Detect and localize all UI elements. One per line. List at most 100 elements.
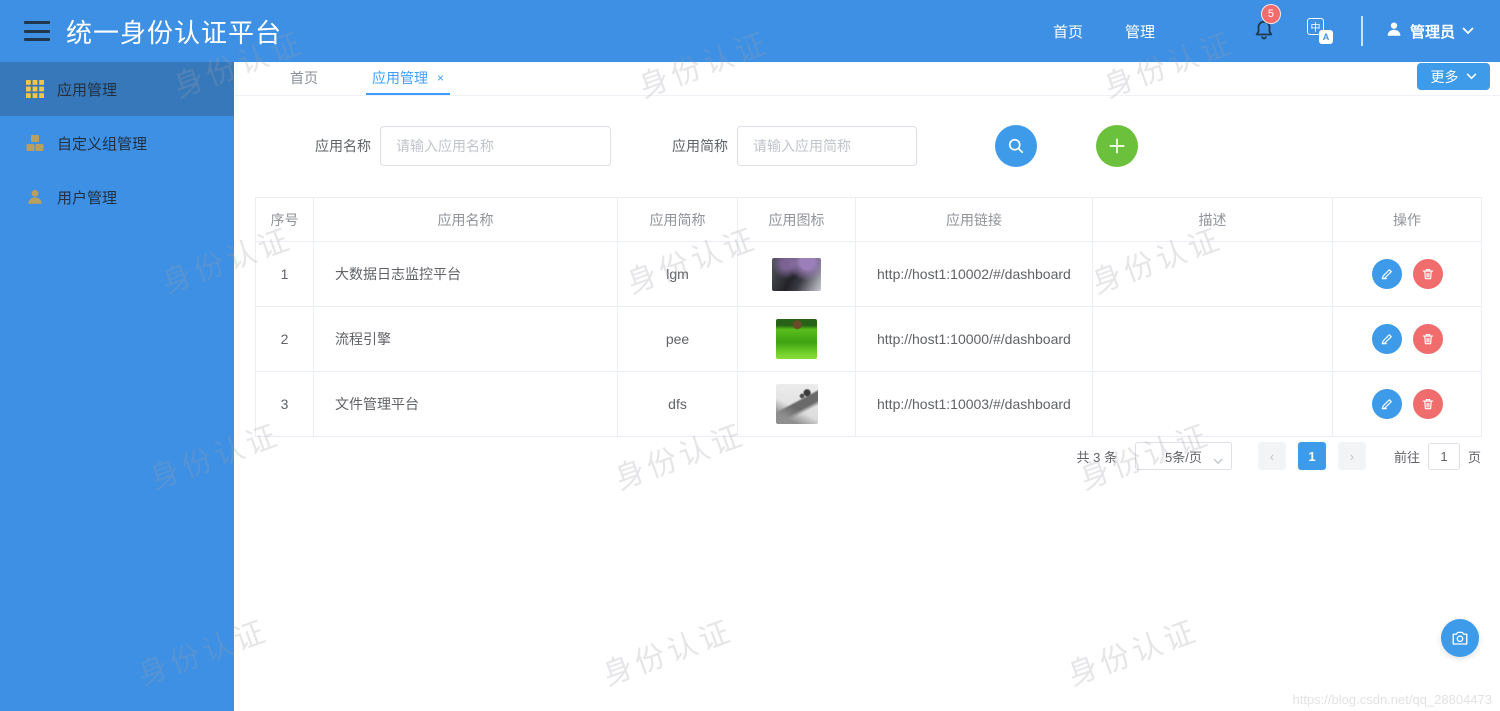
delete-button[interactable]	[1412, 389, 1443, 419]
plus-icon	[1109, 138, 1125, 154]
description-cell	[1092, 371, 1333, 437]
table-header-row: 序号 应用名称 应用简称 应用图标 应用链接 描述 操作	[255, 197, 1482, 242]
tab-bar: 首页 应用管理 × 更多	[234, 62, 1500, 96]
sidebar-item-label: 用户管理	[57, 189, 118, 207]
column-header: 序号	[255, 197, 314, 242]
app-icon-cell	[737, 241, 856, 307]
tab-1[interactable]: 应用管理 ×	[366, 62, 451, 95]
current-page-button[interactable]: 1	[1297, 442, 1326, 470]
green-field-photo	[776, 319, 817, 359]
app-link-cell: http://host1:10003/#/dashboard	[855, 371, 1093, 437]
trash-icon	[1422, 334, 1433, 345]
app-name-cell: 文件管理平台	[313, 371, 618, 437]
delete-button[interactable]	[1412, 324, 1443, 354]
chevron-down-icon	[1466, 73, 1476, 80]
trash-icon	[1422, 269, 1433, 280]
app-abbr-cell: lgm	[617, 241, 738, 307]
top-nav-link-0[interactable]: 首页	[1053, 21, 1083, 42]
table-row: 3 文件管理平台 dfs http://host1:10003/#/dashboard	[255, 371, 1482, 437]
app-icon-cell	[737, 306, 856, 372]
column-header: 应用链接	[855, 197, 1093, 242]
column-header: 描述	[1092, 197, 1333, 242]
gray-roof-photo	[775, 384, 818, 424]
top-nav-link-1[interactable]: 管理	[1125, 21, 1155, 42]
user-icon	[26, 188, 44, 206]
sidebar-item-0[interactable]: 应用管理	[0, 62, 234, 116]
bell-icon	[1253, 20, 1275, 45]
edit-button[interactable]	[1371, 324, 1402, 354]
description-cell	[1092, 241, 1333, 307]
row-index-cell: 3	[255, 371, 314, 437]
search-button[interactable]	[995, 125, 1037, 167]
header-divider	[1360, 16, 1363, 46]
app-icon-cell	[737, 371, 856, 437]
top-nav: 首页 管理	[1053, 21, 1155, 42]
description-cell	[1092, 306, 1333, 372]
header-right: 首页 管理 5 中 A 管理员	[1053, 0, 1500, 62]
notification-bell-button[interactable]: 5	[1253, 3, 1281, 46]
page: 统一身份认证平台 首页 管理 5 中 A 管理员 应用管理 自定义组管理 用户管…	[0, 0, 1500, 711]
trash-icon	[1422, 399, 1433, 410]
pencil-icon	[1381, 334, 1392, 345]
table-row: 2 流程引擎 pee http://host1:10000/#/dashboard	[255, 306, 1482, 372]
app-link-cell: http://host1:10000/#/dashboard	[855, 306, 1093, 372]
user-name: 管理员	[1409, 23, 1455, 41]
row-index-cell: 1	[255, 241, 314, 307]
add-app-button[interactable]	[1096, 125, 1138, 167]
camera-icon	[1452, 631, 1468, 645]
chevron-down-icon	[1213, 453, 1223, 468]
tab-0[interactable]: 首页	[284, 62, 324, 95]
goto-label: 前往	[1393, 449, 1420, 465]
column-header: 操作	[1332, 197, 1482, 242]
edit-button[interactable]	[1371, 389, 1402, 419]
user-menu[interactable]: 管理员	[1385, 20, 1474, 43]
pencil-icon	[1381, 269, 1392, 280]
goto-page-input[interactable]	[1427, 442, 1460, 470]
more-button[interactable]: 更多	[1417, 63, 1490, 90]
app-abbr-cell: pee	[617, 306, 738, 372]
sidebar-item-label: 应用管理	[57, 81, 118, 99]
column-header: 应用名称	[313, 197, 618, 242]
column-header: 应用简称	[617, 197, 738, 242]
actions-cell	[1332, 371, 1482, 437]
pagination: 共 3 条 5条/页 ‹ 1 › 前往 页	[1076, 442, 1481, 470]
sidebar-item-label: 自定义组管理	[57, 135, 148, 153]
search-icon	[1008, 138, 1024, 154]
edit-button[interactable]	[1371, 259, 1402, 289]
actions-cell	[1332, 241, 1482, 307]
tabs-container: 首页 应用管理 ×	[284, 62, 492, 95]
column-header: 应用图标	[737, 197, 856, 242]
app-title: 统一身份认证平台	[66, 17, 283, 48]
tab-label: 应用管理	[372, 69, 428, 86]
app-header: 统一身份认证平台 首页 管理 5 中 A 管理员	[0, 0, 1500, 62]
hamburger-menu-icon[interactable]	[24, 21, 50, 41]
app-abbr-input[interactable]	[737, 126, 917, 166]
sidebar-item-1[interactable]: 自定义组管理	[0, 116, 234, 170]
table-row: 1 大数据日志监控平台 lgm http://host1:10002/#/dashbo…	[255, 241, 1482, 307]
tab-label: 首页	[290, 69, 318, 86]
notification-badge: 5	[1260, 3, 1281, 24]
total-count-label: 共 3 条	[1076, 449, 1117, 465]
next-page-button[interactable]: ›	[1337, 442, 1366, 470]
screenshot-camera-button[interactable]	[1441, 619, 1479, 657]
app-name-cell: 大数据日志监控平台	[313, 241, 618, 307]
app-abbr-cell: dfs	[617, 371, 738, 437]
grid-icon	[26, 80, 44, 98]
night-purple-trees-photo	[772, 257, 821, 291]
app-name-label: 应用名称	[315, 138, 371, 154]
chevron-down-icon	[1462, 22, 1474, 40]
app-name-input[interactable]	[380, 126, 611, 166]
delete-button[interactable]	[1412, 259, 1443, 289]
page-size-select[interactable]: 5条/页	[1134, 442, 1232, 470]
actions-cell	[1332, 306, 1482, 372]
group-icon	[26, 134, 44, 152]
app-name-cell: 流程引擎	[313, 306, 618, 372]
prev-page-button[interactable]: ‹	[1257, 442, 1286, 470]
sidebar-item-2[interactable]: 用户管理	[0, 170, 234, 224]
user-icon	[1385, 20, 1403, 43]
language-switch-icon[interactable]: 中 A	[1306, 18, 1333, 44]
row-index-cell: 2	[255, 306, 314, 372]
apps-table: 序号 应用名称 应用简称 应用图标 应用链接 描述 操作 1 大数据日志监控平台 lgm http…	[255, 197, 1482, 437]
pencil-icon	[1381, 399, 1392, 410]
close-tab-icon[interactable]: ×	[437, 71, 444, 85]
